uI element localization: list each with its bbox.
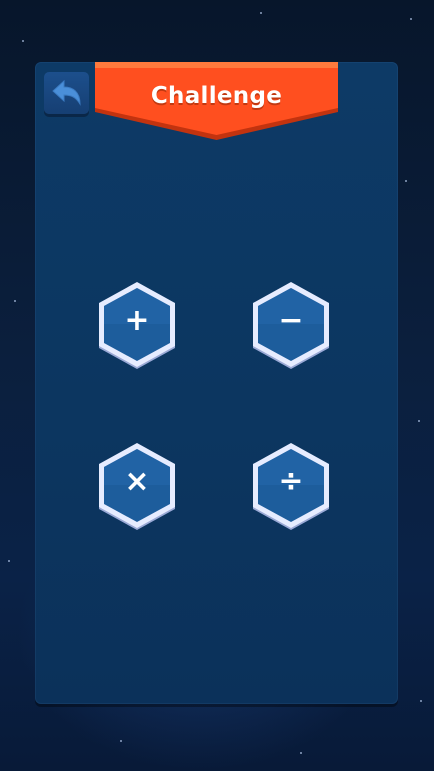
back-arrow-icon bbox=[52, 79, 81, 106]
subtraction-button[interactable]: − bbox=[250, 282, 332, 370]
minus-icon: − bbox=[278, 303, 304, 338]
divide-icon: ÷ bbox=[278, 464, 304, 499]
plus-icon: + bbox=[124, 303, 150, 338]
title-banner: Challenge bbox=[95, 62, 338, 140]
back-button[interactable] bbox=[44, 72, 89, 114]
challenge-panel bbox=[35, 62, 398, 704]
addition-button[interactable]: + bbox=[96, 282, 178, 370]
division-button[interactable]: ÷ bbox=[250, 443, 332, 531]
page-title: Challenge bbox=[150, 83, 283, 109]
multiply-icon: × bbox=[124, 464, 150, 499]
multiplication-button[interactable]: × bbox=[96, 443, 178, 531]
